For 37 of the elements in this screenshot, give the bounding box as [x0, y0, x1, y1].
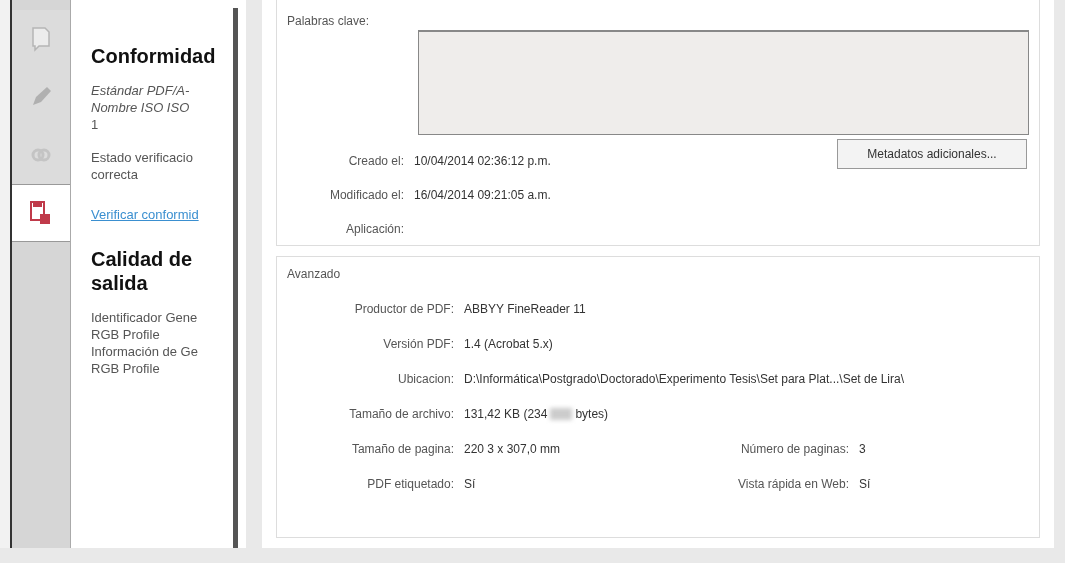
- field-value: D:\Informática\Postgrado\Doctorado\Experimento Tesis\Set para Plat...\Set de Lira\: [464, 371, 904, 388]
- info-line: 1: [91, 116, 100, 133]
- section-heading: Calidad de salida: [91, 246, 194, 295]
- field-label: Modificado el:: [328, 187, 405, 204]
- field-value: 3: [859, 441, 867, 458]
- info-line: Información de Ge: [91, 342, 199, 360]
- field-label: Creado el:: [347, 153, 405, 170]
- status-text: Estado verificacio: [91, 149, 194, 166]
- field-label: Versión PDF:: [382, 336, 455, 353]
- field-label: PDF etiquetado:: [366, 476, 455, 493]
- field-label: Palabras clave:: [287, 13, 371, 30]
- info-line: RGB Profile: [91, 325, 161, 343]
- field-label: Tamaño de pagina:: [350, 441, 455, 458]
- field-value: 10/04/2014 02:36:12 p.m.: [414, 153, 551, 170]
- verify-link[interactable]: Verificar conformid: [91, 205, 233, 225]
- field-value: 220 3 x 307,0 mm: [464, 441, 561, 458]
- section-title: Avanzado: [287, 266, 342, 283]
- additional-metadata-button[interactable]: Metadatos adicionales...: [837, 139, 1027, 169]
- field-value: Sí: [464, 476, 476, 493]
- field-label: Productor de PDF:: [353, 301, 455, 318]
- field-label: Número de paginas:: [739, 441, 850, 458]
- field-value: bytes): [575, 406, 609, 423]
- field-value: Sí: [859, 476, 872, 493]
- field-value: 16/04/2014 09:21:05 a.m.: [414, 187, 551, 204]
- info-line: Nombre ISO ISO: [91, 99, 191, 116]
- field-label: Ubicacion:: [396, 371, 455, 388]
- field-label: Tamaño de archivo:: [348, 406, 455, 423]
- field-label: Aplicación:: [344, 221, 405, 238]
- status-text: correcta: [91, 166, 139, 183]
- section-heading: Conformidad: [91, 44, 217, 68]
- field-value: 131,42 KB (234: [464, 406, 548, 423]
- field-value: 1.4 (Acrobat 5.x): [464, 336, 553, 353]
- info-line: Identificador Gene: [91, 308, 199, 326]
- field-label: Vista rápida en Web:: [737, 476, 850, 493]
- info-line: Estándar PDF/A-: [91, 82, 191, 99]
- field-value: ABBYY FineReader 11: [464, 301, 586, 318]
- info-line: RGB Profile: [91, 359, 161, 377]
